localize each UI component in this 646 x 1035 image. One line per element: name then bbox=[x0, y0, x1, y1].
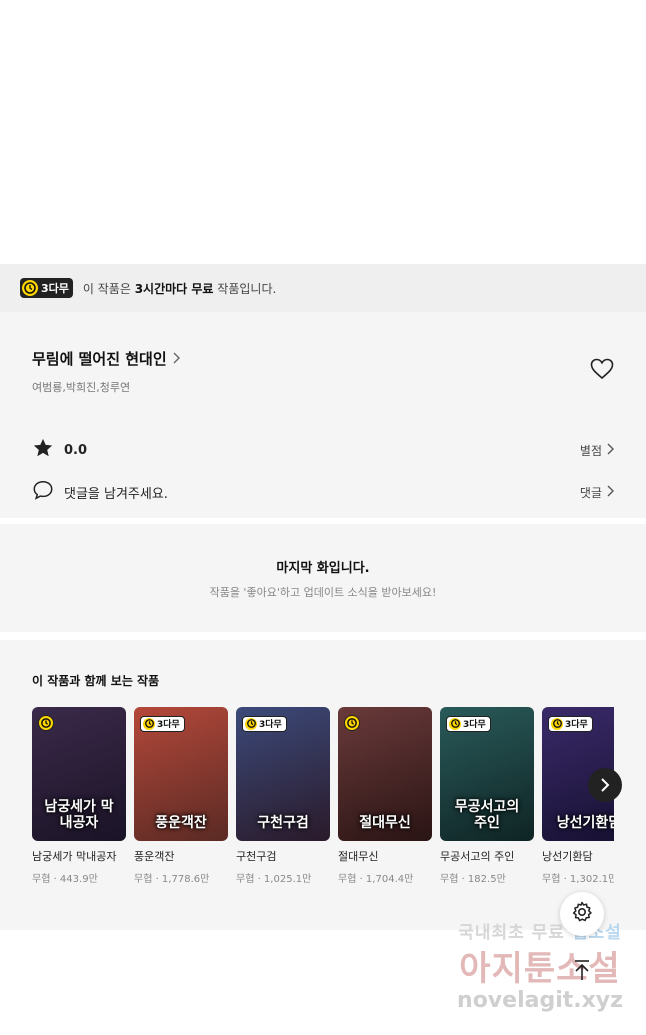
watermark: 국내최초 무료 웹소설 아지툰소설 novelagit.xyz bbox=[440, 918, 640, 1013]
recommendation-meta: 무협 · 1,025.1만 bbox=[236, 873, 312, 885]
comment-prompt-text: 댓글을 남겨주세요. bbox=[64, 486, 168, 502]
recommendation-thumbnail[interactable]: 3다무무공서고의 주인 bbox=[440, 707, 534, 841]
rating-value: 0.0 bbox=[64, 442, 88, 458]
recommendation-meta: 무협 · 182.5만 bbox=[440, 873, 506, 885]
recommendation-card[interactable]: 절대무신 절대무신 무협 · 1,704.4만 bbox=[338, 707, 432, 885]
comment-link[interactable]: 댓글 bbox=[580, 484, 614, 501]
cover-title-art: 풍운객잔 bbox=[155, 814, 207, 831]
work-title: 무림에 떨어진 현대인 bbox=[32, 350, 167, 368]
cover-title-art: 무공서고의 주인 bbox=[454, 799, 520, 831]
clock-icon bbox=[22, 280, 38, 296]
recommendation-title[interactable]: 구천구검 bbox=[236, 849, 330, 865]
work-title-link[interactable]: 무림에 떨어진 현대인 bbox=[32, 348, 614, 369]
recommendation-thumbnail[interactable]: 남궁세가 막내공자 bbox=[32, 707, 126, 841]
notice-text-suffix: 작품입니다. bbox=[213, 281, 277, 296]
clock-icon bbox=[551, 717, 563, 730]
recommendation-title[interactable]: 남궁세가 막내공자 bbox=[32, 849, 126, 865]
last-episode-subtitle: 작품을 '좋아요'하고 업데이트 소식을 받아보세요! bbox=[209, 585, 437, 599]
recommendation-thumbnail[interactable]: 3다무풍운객잔 bbox=[134, 707, 228, 841]
comment-link-label: 댓글 bbox=[579, 485, 602, 500]
free-badge bbox=[344, 713, 360, 732]
watermark-line2: 아지툰소설 bbox=[459, 949, 621, 989]
recommendation-card[interactable]: 3다무 구천구검 구천구검 무협 · 1,025.1만 bbox=[236, 707, 330, 885]
recommendation-title[interactable]: 무공서고의 주인 bbox=[440, 849, 534, 865]
recommendation-thumbnail[interactable]: 절대무신 bbox=[338, 707, 432, 841]
free-badge: 3다무 bbox=[140, 713, 185, 732]
chevron-right-icon bbox=[606, 443, 614, 458]
work-authors: 여범룡,박희진,청루연 bbox=[32, 381, 131, 394]
recommendation-meta: 무협 · 443.9만 bbox=[32, 873, 98, 885]
recommendation-card[interactable]: 3다무 무공서고의 주인 무공서고의 주인 무협 · 182.5만 bbox=[440, 707, 534, 885]
comment-icon bbox=[32, 479, 54, 505]
scroll-top-button[interactable] bbox=[570, 960, 594, 984]
recommendation-meta: 무협 · 1,704.4만 bbox=[338, 873, 414, 885]
recommendation-card[interactable]: 3다무 풍운객잔 풍운객잔 무협 · 1,778.6만 bbox=[134, 707, 228, 885]
recommendation-card[interactable]: 남궁세가 막내공자 남궁세가 막내공자 무협 · 443.9만 bbox=[32, 707, 126, 885]
recommendation-title[interactable]: 풍운객잔 bbox=[134, 849, 228, 865]
recommendation-thumbnail[interactable]: 3다무구천구검 bbox=[236, 707, 330, 841]
last-episode-title: 마지막 화입니다. bbox=[276, 560, 370, 576]
free-badge: 3다무 bbox=[548, 713, 593, 732]
notice-text-bold: 3시간마다 무료 bbox=[134, 281, 214, 296]
work-info-panel: 무림에 떨어진 현대인 여범룡,박희진,청루연 0.0 별점 댓글을 남겨주세요… bbox=[0, 312, 646, 518]
heart-icon[interactable] bbox=[590, 358, 614, 384]
cover-title-art: 구천구검 bbox=[257, 814, 309, 831]
last-episode-section: 마지막 화입니다. 작품을 '좋아요'하고 업데이트 소식을 받아보세요! bbox=[0, 522, 646, 632]
comment-row: 댓글을 남겨주세요. 댓글 bbox=[32, 471, 614, 513]
chevron-right-icon bbox=[601, 778, 610, 792]
notice-text: 이 작품은 3시간마다 무료 작품입니다. bbox=[83, 280, 276, 297]
rating-row: 0.0 별점 bbox=[32, 429, 614, 471]
cover-title-art: 낭선기환담 bbox=[556, 814, 614, 831]
rating-link[interactable]: 별점 bbox=[580, 442, 614, 459]
free-badge-label: 3다무 bbox=[157, 720, 180, 730]
watermark-line3: novelagit.xyz bbox=[457, 988, 623, 1013]
arrow-up-icon bbox=[572, 959, 592, 985]
recommendation-list: 남궁세가 막내공자 남궁세가 막내공자 무협 · 443.9만 3다무 풍운객잔 풍운객잔… bbox=[32, 707, 614, 885]
recommendation-meta: 무협 · 1,302.1만 bbox=[542, 873, 614, 885]
cover-title-art: 남궁세가 막내공자 bbox=[44, 799, 114, 831]
clock-icon bbox=[245, 717, 257, 730]
free-badge-label: 3다무 bbox=[565, 720, 588, 730]
free-badge: 3다무 bbox=[242, 713, 287, 732]
comment-prompt[interactable]: 댓글을 남겨주세요. bbox=[32, 479, 168, 505]
clock-icon bbox=[143, 717, 155, 730]
rating-link-label: 별점 bbox=[579, 443, 602, 458]
clock-icon bbox=[344, 715, 360, 731]
rating-display: 0.0 bbox=[32, 437, 87, 463]
recommendation-title[interactable]: 낭선기환담 bbox=[542, 849, 614, 865]
recommendation-meta: 무협 · 1,778.6만 bbox=[134, 873, 210, 885]
next-arrow-button[interactable] bbox=[588, 768, 622, 802]
recommendations-section: 이 작품과 함께 보는 작품 남궁세가 막내공자 남궁세가 막내공자 무협 · 44… bbox=[0, 638, 646, 930]
free-badge bbox=[38, 713, 54, 732]
chevron-right-icon bbox=[606, 485, 614, 500]
free-badge: 3다무 bbox=[446, 713, 491, 732]
recommendation-title[interactable]: 절대무신 bbox=[338, 849, 432, 865]
chevron-right-icon bbox=[171, 349, 181, 368]
free-badge-label: 3다무 bbox=[259, 720, 282, 730]
settings-button[interactable] bbox=[560, 892, 604, 936]
settings-icon bbox=[570, 900, 594, 928]
star-icon bbox=[32, 437, 54, 463]
badge-label: 3다무 bbox=[41, 282, 69, 295]
free-notice-bar: 3다무 이 작품은 3시간마다 무료 작품입니다. bbox=[0, 264, 646, 312]
free-badge-label: 3다무 bbox=[463, 720, 486, 730]
clock-icon bbox=[449, 717, 461, 730]
notice-text-prefix: 이 작품은 bbox=[82, 281, 135, 296]
clock-icon bbox=[38, 715, 54, 731]
cover-title-art: 절대무신 bbox=[359, 814, 411, 831]
top-blank-area bbox=[0, 0, 646, 264]
recommendations-heading: 이 작품과 함께 보는 작품 bbox=[32, 674, 160, 688]
three-hour-free-badge: 3다무 bbox=[20, 278, 73, 298]
